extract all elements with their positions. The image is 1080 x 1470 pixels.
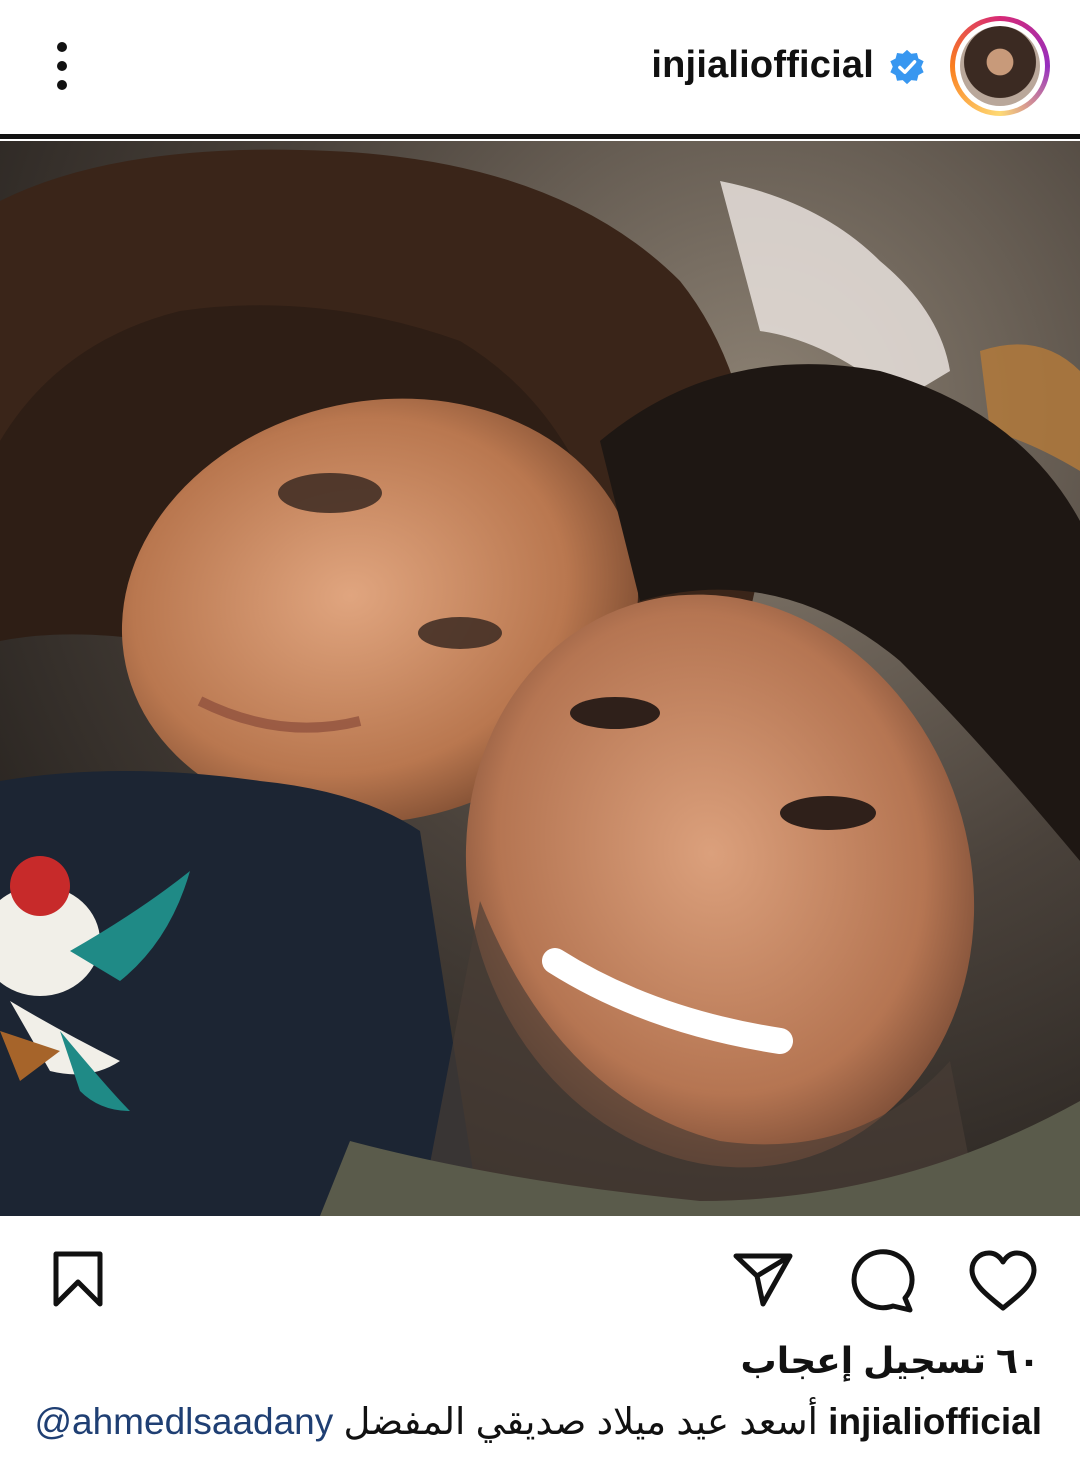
send-icon[interactable]: [732, 1248, 794, 1310]
post-caption: injialiofficial أسعد عيد ميلاد صديقي الم…: [34, 1400, 1042, 1443]
profile-avatar[interactable]: [950, 16, 1050, 116]
header-divider: [0, 134, 1080, 139]
post-photo[interactable]: [0, 141, 1080, 1216]
caption-mention[interactable]: @ahmedlsaadany: [34, 1401, 333, 1442]
post-actions-bar: [0, 1228, 1080, 1328]
more-options-icon[interactable]: [38, 36, 86, 96]
verified-badge-icon: [890, 49, 924, 85]
caption-text: أسعد عيد ميلاد صديقي المفضل: [343, 1401, 818, 1442]
post-username[interactable]: injialiofficial: [651, 40, 874, 90]
post-photo-illustration: [0, 141, 1080, 1216]
post-header: injialiofficial: [0, 0, 1080, 132]
bookmark-icon[interactable]: [50, 1250, 106, 1308]
likes-count[interactable]: ٦٠ تسجيل إعجاب: [741, 1340, 1040, 1382]
avatar-image: [960, 26, 1040, 106]
heart-icon[interactable]: [968, 1250, 1038, 1312]
caption-username[interactable]: injialiofficial: [828, 1401, 1042, 1442]
comment-icon[interactable]: [848, 1248, 918, 1314]
